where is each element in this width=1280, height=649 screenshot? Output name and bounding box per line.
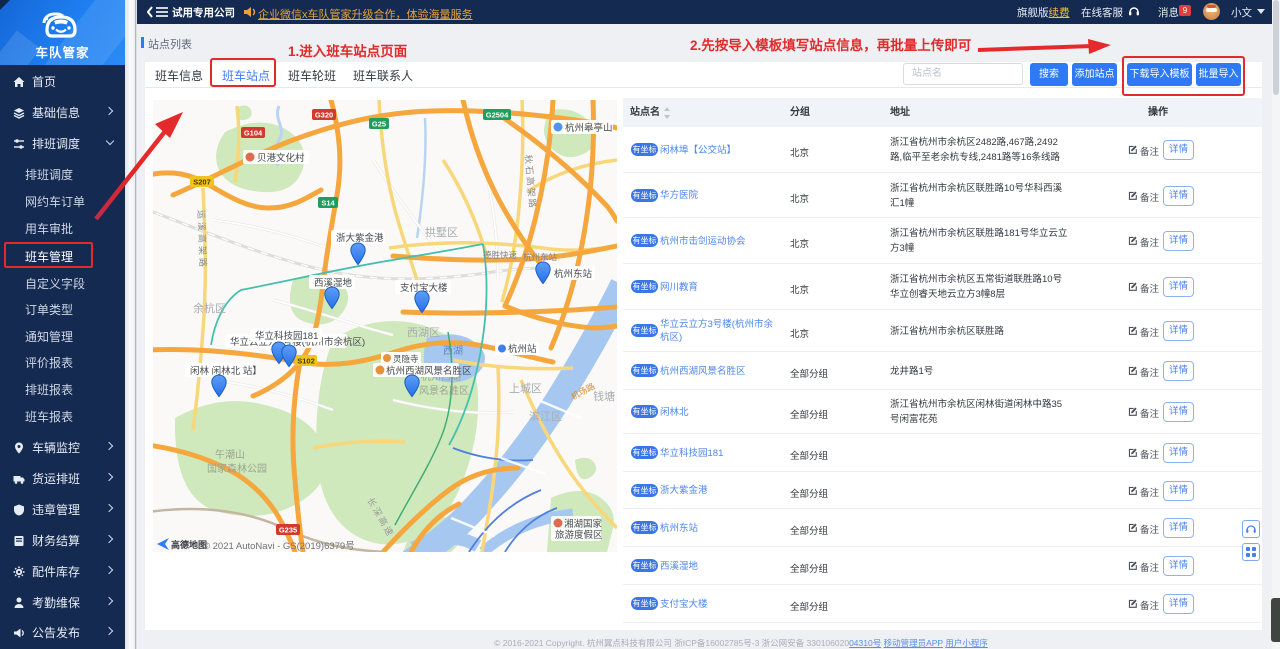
svg-text:G2504: G2504 [486, 111, 509, 120]
svg-text:拱墅区: 拱墅区 [425, 225, 458, 239]
svg-text:杭州站: 杭州站 [508, 343, 537, 355]
svg-text:午潮山: 午潮山 [215, 448, 245, 461]
svg-text:旅游度假区: 旅游度假区 [555, 529, 603, 541]
svg-text:杭州东站: 杭州东站 [523, 252, 558, 262]
svg-text:上城区: 上城区 [509, 382, 542, 395]
svg-text:滨江区: 滨江区 [529, 409, 562, 423]
svg-text:湘湖国家: 湘湖国家 [564, 518, 603, 530]
svg-text:G25: G25 [372, 120, 386, 129]
svg-text:高德地图: 高德地图 [171, 539, 207, 550]
svg-text:西湖区: 西湖区 [407, 326, 440, 339]
svg-text:G235: G235 [279, 526, 297, 535]
svg-text:S207: S207 [193, 178, 211, 187]
svg-text:浙大紫金港: 浙大紫金港 [336, 232, 384, 244]
svg-text:杭州皋亭山: 杭州皋亭山 [565, 122, 613, 134]
svg-text:贝港文化村: 贝港文化村 [257, 152, 305, 164]
svg-text:华立科技园181: 华立科技园181 [255, 330, 318, 342]
svg-text:G320: G320 [315, 111, 333, 120]
svg-text:运溪高架路: 运溪高架路 [196, 210, 209, 270]
svg-text:西湖: 西湖 [443, 345, 463, 357]
svg-text:G104: G104 [244, 129, 263, 138]
svg-text:杭州西湖风景名胜区: 杭州西湖风景名胜区 [386, 365, 472, 377]
svg-text:© 2021 AutoNavi - GS(2019)6379: © 2021 AutoNavi - GS(2019)6379号 [203, 541, 355, 552]
svg-text:钱塘: 钱塘 [593, 389, 615, 403]
svg-text:余杭区: 余杭区 [193, 301, 226, 315]
svg-text:国家森林公园: 国家森林公园 [207, 462, 267, 475]
svg-text:杭州东站: 杭州东站 [554, 268, 593, 280]
svg-text:风景名胜区: 风景名胜区 [419, 384, 469, 397]
svg-text:S14: S14 [321, 199, 335, 208]
svg-text:S102: S102 [297, 357, 315, 366]
svg-text:闲林 闲林北 站】: 闲林 闲林北 站】 [190, 365, 262, 377]
svg-text:德胜快速: 德胜快速 [483, 250, 518, 260]
svg-text:灵隐寺: 灵隐寺 [393, 354, 419, 364]
